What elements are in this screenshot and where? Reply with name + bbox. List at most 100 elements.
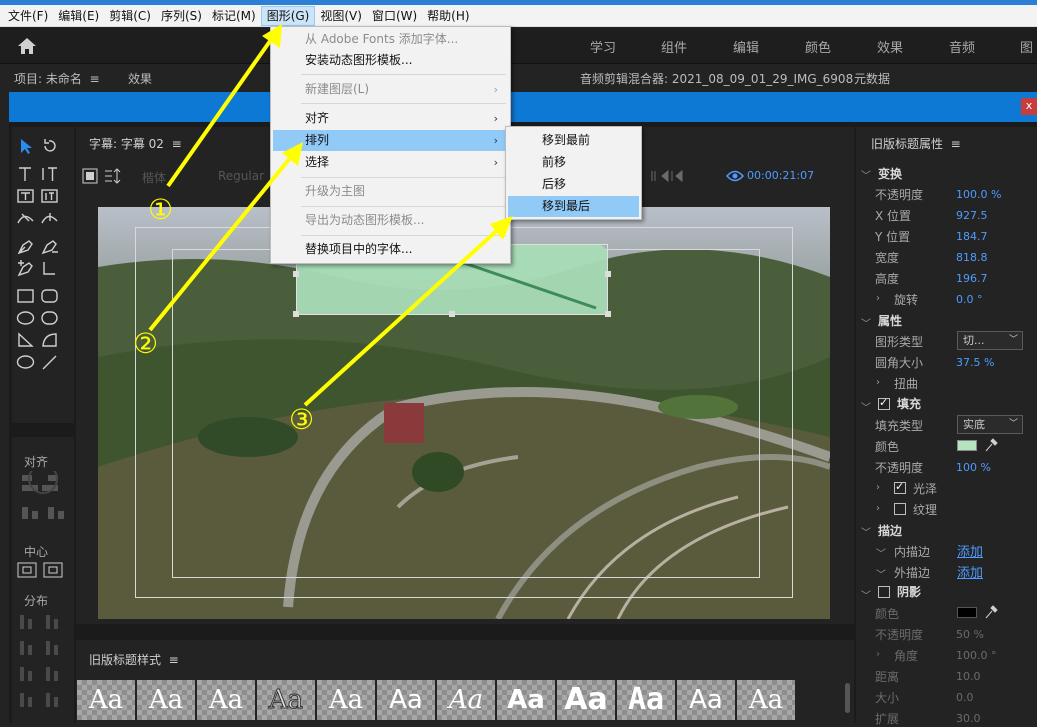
effects-panel-tab[interactable]: 效果 — [128, 70, 152, 87]
close-icon[interactable]: x — [1021, 98, 1037, 115]
style-swatch[interactable]: Aa — [257, 680, 315, 720]
background-video-icon[interactable] — [82, 168, 98, 184]
x-position-value[interactable]: 927.5 — [956, 209, 988, 222]
project-panel-tab[interactable]: 项目: 未命名 ≡ — [14, 70, 100, 87]
menu-item-replace-fonts[interactable]: 替换项目中的字体... — [273, 239, 508, 260]
style-swatch[interactable]: Aa — [497, 680, 555, 720]
style-swatch[interactable]: Aa — [557, 680, 615, 720]
menu-item-send-to-back[interactable]: 移到最后 — [508, 196, 639, 217]
center-buttons-icon[interactable] — [17, 561, 69, 581]
shadow-angle-value[interactable]: 100.0 ° — [956, 649, 997, 662]
inner-stroke-add-link[interactable]: 添加 — [957, 541, 983, 560]
texture-checkbox[interactable] — [894, 503, 906, 515]
opacity-value[interactable]: 100.0 % — [956, 188, 1001, 201]
resize-handle[interactable] — [293, 311, 299, 317]
style-swatch[interactable]: Aa — [197, 680, 255, 720]
workspace-audio[interactable]: 音频 — [949, 37, 975, 56]
chevron-down-icon[interactable]: ﹀ — [861, 315, 871, 330]
menu-item-align[interactable]: 对齐 › — [273, 108, 508, 129]
styles-scrollbar[interactable] — [845, 683, 850, 713]
chevron-down-icon[interactable]: ﹀ — [876, 545, 886, 560]
show-video-icon[interactable] — [726, 169, 744, 183]
playback-controls-icon[interactable] — [650, 169, 690, 183]
delete-anchor-tool-icon[interactable] — [40, 237, 60, 255]
workspace-graphics[interactable]: 图 — [1020, 37, 1033, 56]
add-anchor-tool-icon[interactable] — [16, 259, 36, 277]
style-swatch[interactable]: Aa — [377, 680, 435, 720]
menu-item-arrange[interactable]: 排列 › — [273, 130, 508, 151]
arc-tool-icon[interactable] — [40, 331, 60, 349]
shadow-color-swatch[interactable] — [957, 607, 977, 618]
chevron-right-icon[interactable]: › — [876, 482, 880, 493]
menu-file[interactable]: 文件(F) — [3, 6, 53, 26]
resize-handle[interactable] — [449, 311, 455, 317]
menu-item-add-adobe-fonts[interactable]: 从 Adobe Fonts 添加字体... — [273, 29, 508, 50]
resize-handle[interactable] — [293, 271, 299, 277]
fill-opacity-value[interactable]: 100 % — [956, 461, 991, 474]
style-swatch[interactable]: Aa — [137, 680, 195, 720]
height-value[interactable]: 196.7 — [956, 272, 988, 285]
style-swatch[interactable]: Aa — [77, 680, 135, 720]
vertical-area-type-tool-icon[interactable] — [40, 187, 60, 205]
chevron-right-icon[interactable]: › — [876, 649, 880, 660]
clipped-rectangle-tool-icon[interactable] — [16, 309, 36, 327]
vertical-path-type-tool-icon[interactable] — [40, 209, 60, 227]
wedge-tool-icon[interactable] — [16, 331, 36, 349]
transform-section[interactable]: 变换 — [878, 165, 902, 182]
style-swatch[interactable]: Aa — [437, 680, 495, 720]
area-type-tool-icon[interactable] — [16, 187, 36, 205]
chevron-down-icon[interactable]: ﹀ — [861, 399, 871, 414]
fill-type-select[interactable]: 实底 ﹀ — [957, 415, 1023, 434]
chevron-down-icon[interactable]: ﹀ — [861, 524, 871, 539]
properties-panel-header[interactable]: 旧版标题属性 ≡ — [871, 135, 961, 152]
shadow-opacity-value[interactable]: 50 % — [956, 628, 984, 641]
title-canvas[interactable] — [98, 207, 830, 619]
menu-item-select[interactable]: 选择 › — [273, 152, 508, 173]
workspace-color[interactable]: 颜色 — [805, 37, 831, 56]
shadow-size-value[interactable]: 0.0 — [956, 691, 974, 704]
styles-panel-header[interactable]: 旧版标题样式 ≡ — [89, 651, 179, 668]
eyedropper-icon[interactable] — [984, 604, 998, 620]
menu-edit[interactable]: 编辑(E) — [53, 6, 104, 26]
chevron-down-icon[interactable]: ﹀ — [861, 587, 871, 602]
fill-checkbox[interactable] — [878, 396, 890, 410]
fill-section[interactable]: 填充 — [897, 395, 921, 412]
convert-anchor-tool-icon[interactable] — [40, 259, 60, 277]
tab-stops-icon[interactable] — [104, 168, 122, 184]
chevron-right-icon[interactable]: › — [876, 377, 880, 388]
menu-view[interactable]: 视图(V) — [315, 6, 367, 26]
eyedropper-icon[interactable] — [984, 437, 998, 453]
menu-help[interactable]: 帮助(H) — [422, 6, 474, 26]
style-swatch[interactable]: Aa — [677, 680, 735, 720]
shadow-section[interactable]: 阴影 — [897, 583, 921, 600]
align-buttons-icon[interactable] — [18, 471, 68, 535]
chevron-down-icon[interactable]: ﹀ — [876, 566, 886, 581]
sheen-checkbox[interactable] — [894, 480, 906, 494]
menu-graphics[interactable]: 图形(G) — [260, 5, 316, 26]
menu-item-bring-to-front[interactable]: 移到最前 — [508, 130, 639, 151]
rectangle-tool-icon[interactable] — [16, 287, 36, 305]
path-type-tool-icon[interactable] — [16, 209, 36, 227]
shadow-distance-value[interactable]: 10.0 — [956, 670, 981, 683]
corner-size-value[interactable]: 37.5 % — [956, 356, 994, 369]
distribute-buttons-icon[interactable] — [16, 611, 70, 711]
menu-window[interactable]: 窗口(W) — [367, 6, 422, 26]
font-style-select[interactable]: Regular — [218, 169, 264, 183]
style-swatch[interactable]: Aa — [737, 680, 795, 720]
resize-handle[interactable] — [605, 271, 611, 277]
width-value[interactable]: 818.8 — [956, 251, 988, 264]
workspace-effects[interactable]: 效果 — [877, 37, 903, 56]
rounded-rectangle-tool-icon[interactable] — [40, 287, 60, 305]
menu-item-send-backward[interactable]: 后移 — [508, 174, 639, 195]
style-swatch[interactable]: Aa — [317, 680, 375, 720]
chevron-right-icon[interactable]: › — [876, 503, 880, 514]
vertical-type-tool-icon[interactable] — [40, 165, 60, 183]
line-tool-icon[interactable] — [40, 353, 60, 371]
chevron-down-icon[interactable]: ﹀ — [861, 167, 871, 182]
workspace-assembly[interactable]: 组件 — [661, 37, 687, 56]
workspace-editing[interactable]: 编辑 — [733, 37, 759, 56]
metadata-tab[interactable]: 元数据 — [854, 70, 890, 87]
menu-clip[interactable]: 剪辑(C) — [104, 6, 156, 26]
ellipse-tool-icon[interactable] — [16, 353, 36, 371]
menu-item-new-layer[interactable]: 新建图层(L) › — [273, 79, 508, 100]
